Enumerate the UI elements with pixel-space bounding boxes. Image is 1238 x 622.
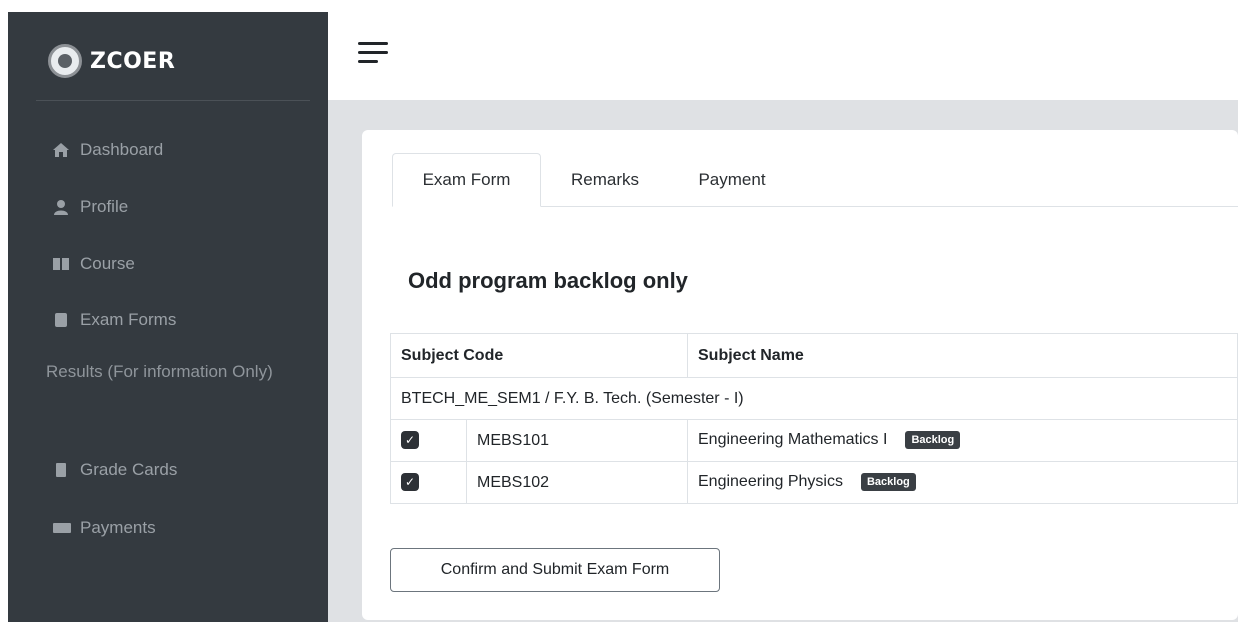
table-header-row: Subject Code Subject Name bbox=[390, 333, 1238, 378]
sidebar-item-course[interactable]: Course bbox=[52, 254, 135, 274]
subject-checkbox[interactable]: ✓ bbox=[401, 473, 419, 492]
subject-name: Engineering Physics bbox=[698, 473, 843, 491]
subject-code-cell: MEBS102 bbox=[466, 461, 688, 504]
sidebar-item-payments[interactable]: Payments bbox=[52, 518, 156, 538]
top-bar bbox=[328, 0, 1238, 100]
subject-checkbox[interactable]: ✓ bbox=[401, 431, 419, 450]
table-row: ✓ MEBS102 Engineering Physics Backlog bbox=[390, 461, 1238, 504]
document-icon bbox=[52, 462, 70, 478]
home-icon bbox=[52, 142, 70, 158]
subjects-table: Subject Code Subject Name BTECH_ME_SEM1 … bbox=[390, 333, 1238, 504]
sidebar-item-label: Profile bbox=[80, 197, 129, 216]
book-icon bbox=[52, 256, 70, 272]
sidebar-item-grade-cards[interactable]: Grade Cards bbox=[52, 460, 177, 480]
subject-code-cell: MEBS101 bbox=[466, 419, 688, 462]
sidebar-item-label: Course bbox=[80, 254, 135, 273]
table-group-row: BTECH_ME_SEM1 / F.Y. B. Tech. (Semester … bbox=[390, 377, 1238, 420]
column-header-subject-code: Subject Code bbox=[390, 333, 688, 378]
sidebar-item-label: Grade Cards bbox=[80, 460, 178, 479]
section-title: Odd program backlog only bbox=[408, 268, 688, 293]
tab-bar: Exam Form Remarks Payment bbox=[392, 153, 1238, 207]
sidebar-item-label: Dashboard bbox=[80, 140, 164, 159]
sidebar-item-dashboard[interactable]: Dashboard bbox=[52, 140, 163, 160]
tab-exam-form[interactable]: Exam Form bbox=[392, 153, 541, 207]
app-root: ZCOER Dashboard Profile Course Exam Form… bbox=[0, 0, 1238, 622]
sidebar-heading-results: Results (For information Only) bbox=[46, 362, 273, 381]
tab-payment[interactable]: Payment bbox=[672, 153, 792, 207]
sidebar-item-label: Exam Forms bbox=[80, 310, 177, 329]
college-logo bbox=[48, 44, 82, 78]
sidebar-item-profile[interactable]: Profile bbox=[52, 197, 128, 217]
select-cell: ✓ bbox=[390, 461, 467, 504]
brand-name: ZCOER bbox=[90, 48, 176, 74]
table-row: ✓ MEBS101 Engineering Mathematics I Backl… bbox=[390, 419, 1238, 462]
subject-name-cell: Engineering Physics Backlog bbox=[687, 461, 1238, 504]
file-icon bbox=[52, 312, 70, 328]
subject-name: Engineering Mathematics I bbox=[698, 431, 888, 449]
confirm-submit-button[interactable]: Confirm and Submit Exam Form bbox=[390, 548, 720, 592]
brand[interactable]: ZCOER bbox=[48, 44, 175, 78]
backlog-badge: Backlog bbox=[905, 431, 961, 450]
sidebar-item-exam-forms[interactable]: Exam Forms bbox=[52, 310, 176, 330]
tab-remarks[interactable]: Remarks bbox=[552, 153, 658, 207]
sidebar-divider bbox=[36, 100, 310, 101]
money-icon bbox=[52, 520, 71, 536]
sidebar-item-label: Payments bbox=[80, 518, 156, 537]
select-cell: ✓ bbox=[390, 419, 467, 462]
menu-toggle-icon[interactable] bbox=[358, 42, 388, 68]
sidebar: ZCOER Dashboard Profile Course Exam Form… bbox=[8, 12, 328, 622]
subject-name-cell: Engineering Mathematics I Backlog bbox=[687, 419, 1238, 462]
column-header-subject-name: Subject Name bbox=[687, 333, 1238, 378]
semester-group-label: BTECH_ME_SEM1 / F.Y. B. Tech. (Semester … bbox=[390, 377, 1238, 420]
backlog-badge: Backlog bbox=[860, 473, 916, 492]
user-icon bbox=[52, 199, 70, 215]
